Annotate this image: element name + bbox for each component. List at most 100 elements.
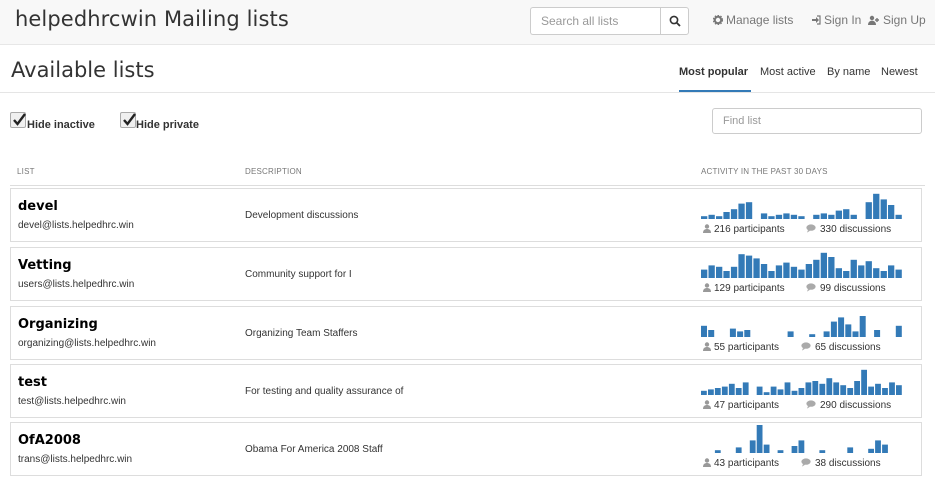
activity-bar (791, 390, 798, 395)
activity-bar (783, 213, 790, 219)
list-item[interactable]: devel devel@lists.helpedhrc.win Developm… (10, 188, 922, 242)
activity-bar (735, 447, 742, 453)
discussions-text: 290 discussions (820, 400, 892, 411)
activity-bar (753, 258, 760, 278)
search-button[interactable] (660, 7, 689, 35)
participants-count: 216 participants (703, 224, 785, 235)
hide-private-label[interactable]: Hide private (136, 119, 199, 131)
activity-bar (861, 369, 867, 395)
activity-bar (798, 388, 805, 395)
sign-in-link[interactable]: Sign In (811, 13, 861, 27)
tab-newest[interactable]: Newest (881, 66, 918, 78)
manage-lists-link[interactable]: Manage lists (713, 13, 793, 27)
activity-bar (749, 440, 756, 453)
add-user-icon (868, 15, 879, 25)
activity-bar (873, 268, 880, 278)
sign-in-icon (812, 15, 821, 25)
search-input[interactable]: Search all lists (530, 7, 661, 35)
activity-bar (768, 271, 775, 278)
checkmark-icon (123, 113, 136, 126)
sign-in-label: Sign In (824, 13, 862, 27)
activity-bar (798, 440, 805, 453)
activity-bar (768, 216, 775, 219)
activity-bar (745, 202, 753, 219)
activity-bar (880, 199, 887, 219)
brand-title[interactable]: helpedhrcwin Mailing lists (15, 7, 289, 31)
activity-bar (813, 259, 820, 278)
activity-bar (708, 214, 715, 219)
activity-bar (845, 324, 852, 337)
activity-bar (826, 378, 833, 395)
participants-count: 55 participants (703, 342, 779, 353)
gear-icon (713, 15, 723, 25)
discussions-count: 290 discussions (806, 400, 891, 411)
discussions-count: 99 discussions (806, 283, 886, 294)
activity-sparkline (701, 252, 902, 278)
tab-most-active[interactable]: Most active (760, 66, 816, 78)
activity-bar (812, 381, 819, 395)
list-name[interactable]: OfA2008 (18, 433, 81, 448)
activity-bar (756, 425, 763, 453)
activity-bar (708, 330, 715, 337)
list-item[interactable]: Organizing organizing@lists.helpedhrc.wi… (10, 306, 922, 360)
checkmark-icon (13, 113, 26, 126)
activity-bar (787, 331, 794, 337)
list-name[interactable]: Organizing (18, 317, 98, 332)
activity-bar (833, 382, 840, 395)
participants-count: 47 participants (703, 400, 779, 411)
list-item[interactable]: Vetting users@lists.helpedhrc.win Commun… (10, 247, 922, 301)
activity-bar (708, 265, 715, 278)
tab-by-name[interactable]: By name (827, 66, 870, 78)
column-header-activity: ACTIVITY IN THE PAST 30 DAYS (701, 167, 828, 176)
activity-bar (838, 317, 845, 337)
activity-bar (723, 212, 730, 219)
discussions-text: 65 discussions (815, 342, 881, 353)
activity-bar (721, 386, 728, 395)
activity-bar (888, 205, 895, 219)
user-icon (703, 283, 711, 292)
activity-bar (882, 388, 888, 395)
list-item[interactable]: OfA2008 trans@lists.helpedhrc.win Obama … (10, 422, 922, 476)
hide-inactive-checkbox[interactable] (10, 112, 26, 128)
activity-bar (888, 265, 895, 278)
list-address: trans@lists.helpedhrc.win (18, 454, 133, 465)
list-description: Obama For America 2008 Staff (245, 444, 383, 455)
activity-bar (850, 214, 857, 219)
list-name[interactable]: test (18, 375, 47, 390)
activity-bar (828, 214, 835, 219)
column-header-list: LIST (17, 167, 35, 176)
activity-sparkline (701, 316, 902, 337)
participants-text: 47 participants (714, 400, 780, 411)
activity-bar (828, 257, 835, 278)
activity-bar (701, 325, 707, 337)
sign-up-label: Sign Up (883, 13, 926, 27)
activity-bar (790, 214, 798, 219)
activity-bar (701, 269, 708, 278)
activity-bar (865, 202, 872, 219)
find-list-input[interactable]: Find list (712, 108, 922, 134)
hide-private-checkbox[interactable] (120, 112, 136, 128)
activity-bar (714, 450, 721, 453)
activity-bar (820, 252, 827, 278)
activity-bar (873, 193, 880, 219)
activity-bar (859, 316, 866, 337)
activity-bar (809, 334, 816, 337)
tab-most-popular[interactable]: Most popular (679, 66, 748, 78)
list-name[interactable]: devel (18, 199, 58, 214)
list-item[interactable]: test test@lists.helpedhrc.win For testin… (10, 364, 922, 418)
user-icon (703, 224, 711, 233)
list-description: Community support for I (245, 269, 352, 280)
activity-bar (823, 331, 830, 337)
user-icon (703, 458, 711, 467)
activity-bar (777, 389, 784, 395)
activity-bar (852, 331, 859, 337)
activity-bar (744, 330, 751, 337)
discussions-text: 330 discussions (820, 224, 892, 235)
activity-bar (819, 450, 826, 453)
activity-bar (847, 447, 854, 453)
sign-up-link[interactable]: Sign Up (868, 13, 926, 27)
activity-bar (840, 385, 847, 395)
hide-inactive-label[interactable]: Hide inactive (27, 119, 95, 131)
list-name[interactable]: Vetting (18, 258, 72, 273)
activity-bar (760, 264, 768, 278)
